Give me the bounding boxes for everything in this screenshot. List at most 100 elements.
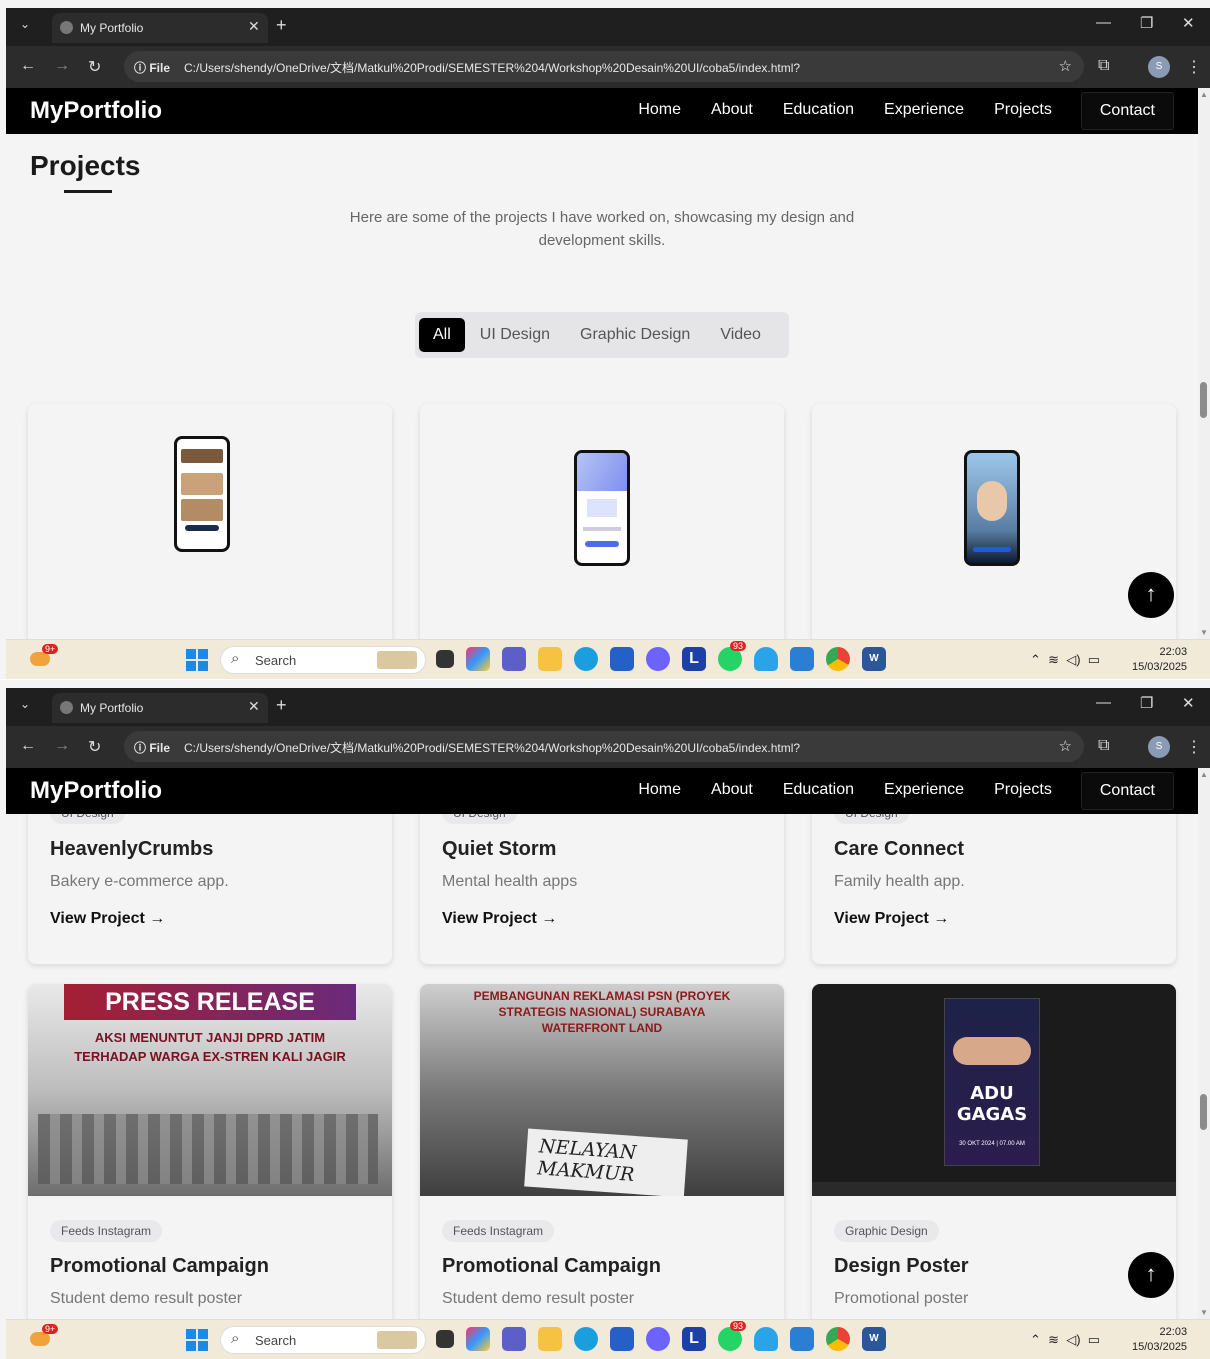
whatsapp-icon[interactable]: 93 xyxy=(718,1321,747,1351)
tab-search-icon[interactable]: ⌄ xyxy=(20,17,30,31)
chrome-icon[interactable] xyxy=(826,1327,850,1351)
taskbar-clock[interactable]: 22:03 15/03/2025 xyxy=(1132,645,1187,675)
project-card-quiet-storm[interactable] xyxy=(420,404,784,639)
whatsapp-icon[interactable]: 93 xyxy=(718,641,747,671)
edge-icon[interactable] xyxy=(574,1327,598,1351)
nav-home[interactable]: Home xyxy=(623,772,696,810)
app-a-icon[interactable] xyxy=(646,1327,670,1351)
vscode-icon[interactable] xyxy=(790,1327,814,1351)
extensions-icon[interactable]: ⧉ xyxy=(1098,57,1109,75)
view-project-link[interactable]: View Project → xyxy=(50,910,165,928)
close-window-icon[interactable]: ✕ xyxy=(1182,14,1195,32)
page-scrollbar[interactable]: ▲ ▼ xyxy=(1198,88,1210,639)
bookmark-star-icon[interactable]: ☆ xyxy=(1059,737,1072,755)
weather-widget-icon[interactable]: 9+ xyxy=(28,644,59,672)
filter-ui-design[interactable]: UI Design xyxy=(465,318,565,352)
reload-icon[interactable]: ↻ xyxy=(88,57,101,77)
view-project-link[interactable]: View Project → xyxy=(442,910,557,928)
teams-icon[interactable] xyxy=(502,647,526,671)
close-tab-icon[interactable]: ✕ xyxy=(248,698,260,715)
word-icon[interactable]: W xyxy=(862,647,886,671)
browser-tab[interactable]: My Portfolio ✕ xyxy=(52,693,268,723)
minimize-icon[interactable]: — xyxy=(1096,14,1111,31)
copilot-icon[interactable] xyxy=(466,1327,490,1351)
site-info-label[interactable]: ⓘ File xyxy=(134,59,170,76)
teams-icon[interactable] xyxy=(502,1327,526,1351)
restore-icon[interactable]: ❐ xyxy=(1140,14,1153,32)
address-bar[interactable]: ⓘ File C:/Users/shendy/OneDrive/文档/Matku… xyxy=(124,51,1084,82)
extensions-icon[interactable]: ⧉ xyxy=(1098,737,1109,755)
nav-contact-button[interactable]: Contact xyxy=(1080,772,1174,810)
menu-kebab-icon[interactable]: ⋮ xyxy=(1186,737,1202,757)
edge-icon[interactable] xyxy=(574,647,598,671)
nav-about[interactable]: About xyxy=(696,92,768,130)
view-project-link[interactable]: View Project → xyxy=(834,910,949,928)
scroll-to-top-button[interactable]: ↑ xyxy=(1128,572,1174,618)
vscode-icon[interactable] xyxy=(790,647,814,671)
file-explorer-icon[interactable] xyxy=(538,1327,562,1351)
app-drop-icon[interactable] xyxy=(754,647,778,671)
taskbar-search-input[interactable]: ⌕ Search xyxy=(220,1326,426,1354)
nav-experience[interactable]: Experience xyxy=(869,92,979,130)
app-l-icon[interactable]: L xyxy=(682,1327,706,1351)
scroll-up-arrow-icon[interactable]: ▲ xyxy=(1200,90,1208,99)
project-card-press-release[interactable]: PRESS RELEASE AKSI MENUNTUT JANJI DPRD J… xyxy=(28,984,392,1319)
system-tray-icons[interactable]: ⌃ ≋ ◁) ▭ xyxy=(1030,652,1100,668)
profile-avatar[interactable]: S xyxy=(1148,56,1170,78)
taskbar-clock[interactable]: 22:03 15/03/2025 xyxy=(1132,1325,1187,1355)
bookmark-star-icon[interactable]: ☆ xyxy=(1059,57,1072,75)
address-bar[interactable]: ⓘ File C:/Users/shendy/OneDrive/文档/Matku… xyxy=(124,731,1084,762)
windows-start-icon[interactable] xyxy=(186,649,208,671)
url-text[interactable]: C:/Users/shendy/OneDrive/文档/Matkul%20Pro… xyxy=(184,739,800,756)
nav-about[interactable]: About xyxy=(696,772,768,810)
page-scrollbar[interactable]: ▲ ▼ xyxy=(1198,768,1210,1319)
app-l-icon[interactable]: L xyxy=(682,647,706,671)
site-info-label[interactable]: ⓘ File xyxy=(134,739,170,756)
back-icon[interactable]: ← xyxy=(20,57,36,75)
tab-search-icon[interactable]: ⌄ xyxy=(20,697,30,711)
minimize-icon[interactable]: — xyxy=(1096,694,1111,711)
reload-icon[interactable]: ↻ xyxy=(88,737,101,757)
nav-contact-button[interactable]: Contact xyxy=(1080,92,1174,130)
nav-projects[interactable]: Projects xyxy=(979,772,1067,810)
project-card-reklamasi[interactable]: PEMBANGUNAN REKLAMASI PSN (PROYEK STRATE… xyxy=(420,984,784,1319)
taskbar-search-input[interactable]: ⌕ Search xyxy=(220,646,426,674)
new-tab-icon[interactable]: + xyxy=(276,695,287,716)
filter-graphic-design[interactable]: Graphic Design xyxy=(565,318,705,352)
project-card-design-poster[interactable]: ADU GAGAS 30 OKT 2024 | 07.00 AM Graphic… xyxy=(812,984,1176,1319)
url-text[interactable]: C:/Users/shendy/OneDrive/文档/Matkul%20Pro… xyxy=(184,59,800,76)
filter-all[interactable]: All xyxy=(419,318,465,352)
nav-education[interactable]: Education xyxy=(768,772,869,810)
app-a-icon[interactable] xyxy=(646,647,670,671)
project-card-heavenlycrumbs[interactable] xyxy=(28,404,392,639)
nav-home[interactable]: Home xyxy=(623,92,696,130)
project-card-care-connect[interactable] xyxy=(812,404,1176,639)
word-icon[interactable]: W xyxy=(862,1327,886,1351)
chrome-icon[interactable] xyxy=(826,647,850,671)
store-icon[interactable] xyxy=(610,1327,634,1351)
windows-start-icon[interactable] xyxy=(186,1329,208,1351)
new-tab-icon[interactable]: + xyxy=(276,15,287,36)
nav-projects[interactable]: Projects xyxy=(979,92,1067,130)
forward-icon[interactable]: → xyxy=(54,737,70,755)
close-window-icon[interactable]: ✕ xyxy=(1182,694,1195,712)
app-drop-icon[interactable] xyxy=(754,1327,778,1351)
copilot-icon[interactable] xyxy=(466,647,490,671)
forward-icon[interactable]: → xyxy=(54,57,70,75)
site-logo[interactable]: MyPortfolio xyxy=(30,97,162,125)
back-icon[interactable]: ← xyxy=(20,737,36,755)
scroll-down-arrow-icon[interactable]: ▼ xyxy=(1200,628,1208,637)
weather-widget-icon[interactable]: 9+ xyxy=(28,1324,59,1352)
scrollbar-thumb[interactable] xyxy=(1200,382,1207,418)
close-tab-icon[interactable]: ✕ xyxy=(248,18,260,35)
restore-icon[interactable]: ❐ xyxy=(1140,694,1153,712)
store-icon[interactable] xyxy=(610,647,634,671)
browser-tab[interactable]: My Portfolio ✕ xyxy=(52,13,268,43)
nav-education[interactable]: Education xyxy=(768,92,869,130)
profile-avatar[interactable]: S xyxy=(1148,736,1170,758)
system-tray-icons[interactable]: ⌃ ≋ ◁) ▭ xyxy=(1030,1332,1100,1348)
task-view-icon[interactable] xyxy=(436,650,454,668)
site-logo[interactable]: MyPortfolio xyxy=(30,777,162,805)
filter-video[interactable]: Video xyxy=(705,318,776,352)
scrollbar-thumb[interactable] xyxy=(1200,1094,1207,1130)
